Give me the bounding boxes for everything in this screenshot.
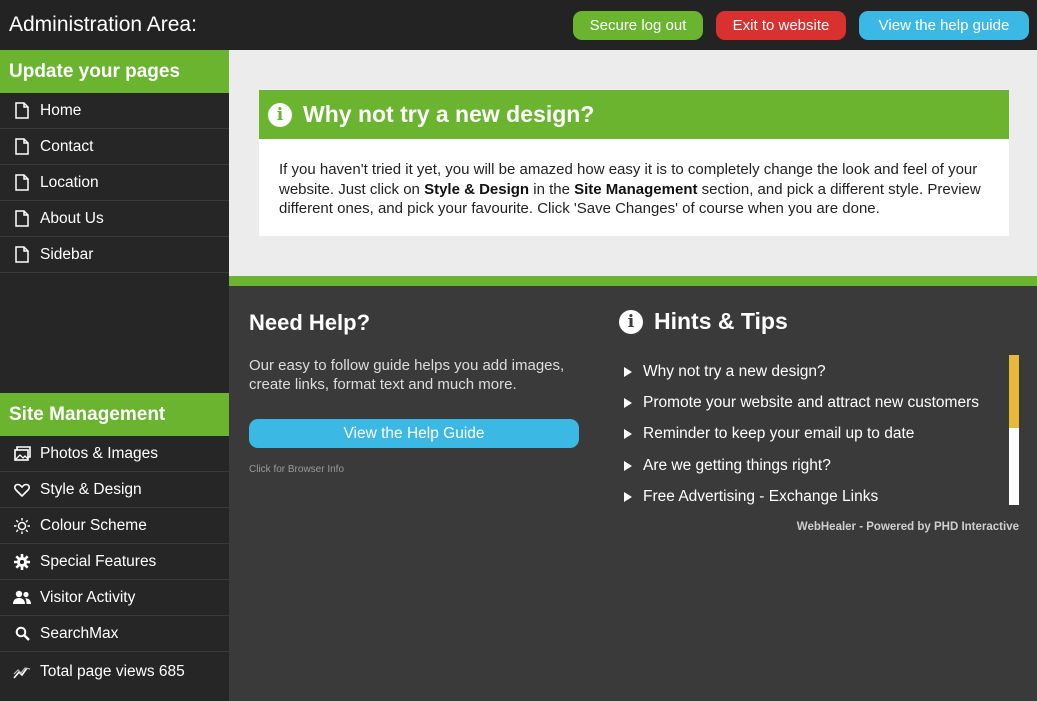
sidebar-item-label: Colour Scheme <box>40 516 147 534</box>
sidebar-item-label: Visitor Activity <box>40 588 136 606</box>
hint-label: Free Advertising - Exchange Links <box>643 487 879 505</box>
users-icon <box>13 589 31 607</box>
sidebar-item-home[interactable]: Home <box>0 93 229 129</box>
hint-label: Promote your website and attract new cus… <box>643 393 979 411</box>
hints-header: i Hints & Tips <box>619 308 788 335</box>
hint-item[interactable]: Reminder to keep your email up to date <box>624 419 1004 450</box>
page-icon <box>13 246 31 264</box>
sidebar-item-label: Location <box>40 173 99 191</box>
triangle-right-icon <box>624 491 632 502</box>
triangle-right-icon <box>624 460 632 471</box>
tip-bold-style-design: Style & Design <box>424 180 530 198</box>
sidebar-item-page-views[interactable]: Total page views 685 <box>0 652 229 692</box>
hint-label: Reminder to keep your email up to date <box>643 425 915 443</box>
sidebar-item-label: Style & Design <box>40 480 142 498</box>
header-bar: Administration Area: Secure log out Exit… <box>0 0 1037 50</box>
site-management-heading: Site Management <box>0 393 229 436</box>
search-icon <box>13 625 31 643</box>
sidebar-item-contact[interactable]: Contact <box>0 129 229 165</box>
main-top-area: i Why not try a new design? If you haven… <box>229 50 1037 276</box>
sidebar-item-label: About Us <box>40 209 104 227</box>
sidebar-item-searchmax[interactable]: SearchMax <box>0 616 229 652</box>
sidebar-item-label: Sidebar <box>40 245 94 263</box>
sidebar-item-label: Special Features <box>40 552 157 570</box>
sidebar-item-label: Total page views 685 <box>40 663 185 680</box>
hint-label: Why not try a new design? <box>643 362 826 380</box>
heart-icon <box>13 481 31 499</box>
view-help-guide-large-button[interactable]: View the Help Guide <box>249 419 579 448</box>
tip-bold-site-management: Site Management <box>574 180 698 198</box>
hint-item[interactable]: Why not try a new design? <box>624 356 1004 387</box>
admin-title: Administration Area: <box>9 13 197 36</box>
triangle-right-icon <box>624 366 632 377</box>
hint-label: Are we getting things right? <box>643 456 831 474</box>
hint-item[interactable]: Are we getting things right? <box>624 450 1004 481</box>
triangle-right-icon <box>624 397 632 408</box>
info-icon: i <box>268 102 292 127</box>
sidebar-item-style-design[interactable]: Style & Design <box>0 472 229 508</box>
tip-title: Why not try a new design? <box>303 101 595 127</box>
tip-text-2: in the <box>529 180 575 198</box>
sun-icon <box>13 517 31 535</box>
sidebar-item-special-features[interactable]: Special Features <box>0 544 229 580</box>
page-icon <box>13 102 31 120</box>
site-nav: Photos & Images Style & Design Colour Sc… <box>0 436 229 692</box>
tip-body: If you haven't tried it yet, you will be… <box>259 139 1009 219</box>
page-icon <box>13 210 31 228</box>
sidebar-item-label: Photos & Images <box>40 444 159 462</box>
hint-item[interactable]: Promote your website and attract new cus… <box>624 387 1004 418</box>
photos-icon <box>13 445 31 463</box>
sidebar: Update your pages Home Contact Location … <box>0 50 229 701</box>
need-help-title: Need Help? <box>249 310 371 335</box>
sidebar-item-location[interactable]: Location <box>0 165 229 201</box>
browser-info-link[interactable]: Click for Browser Info <box>249 464 344 475</box>
info-icon: i <box>619 309 643 334</box>
need-help-text: Our easy to follow guide helps you add i… <box>249 357 565 393</box>
lower-panel: Need Help? Our easy to follow guide help… <box>229 286 1037 701</box>
exit-to-website-button[interactable]: Exit to website <box>716 11 846 40</box>
tip-card: i Why not try a new design? If you haven… <box>259 90 1009 236</box>
hints-scrollbar-thumb[interactable] <box>1009 355 1019 428</box>
chart-icon <box>13 663 31 681</box>
page-icon <box>13 174 31 192</box>
sidebar-item-photos-images[interactable]: Photos & Images <box>0 436 229 472</box>
tip-card-header: i Why not try a new design? <box>259 90 1009 139</box>
hints-title: Hints & Tips <box>654 308 788 334</box>
sidebar-item-sidebar[interactable]: Sidebar <box>0 237 229 273</box>
sidebar-item-visitor-activity[interactable]: Visitor Activity <box>0 580 229 616</box>
powered-by-text: WebHealer - Powered by PHD Interactive <box>796 521 1019 533</box>
page-icon <box>13 138 31 156</box>
secure-logout-button[interactable]: Secure log out <box>573 11 703 40</box>
hint-item[interactable]: Free Advertising - Exchange Links <box>624 481 1004 512</box>
sidebar-item-label: Contact <box>40 137 94 155</box>
divider-bar <box>229 276 1037 286</box>
sidebar-item-label: Home <box>40 101 82 119</box>
sidebar-item-label: SearchMax <box>40 624 119 642</box>
hints-scrollbar[interactable] <box>1009 355 1019 505</box>
gear-icon <box>13 553 31 571</box>
view-help-guide-button[interactable]: View the help guide <box>859 11 1029 40</box>
pages-nav: Home Contact Location About Us Sidebar <box>0 93 229 273</box>
hints-list: Why not try a new design? Promote your w… <box>624 356 1004 512</box>
sidebar-item-colour-scheme[interactable]: Colour Scheme <box>0 508 229 544</box>
sidebar-item-about-us[interactable]: About Us <box>0 201 229 237</box>
triangle-right-icon <box>624 429 632 440</box>
update-pages-heading: Update your pages <box>0 50 229 93</box>
